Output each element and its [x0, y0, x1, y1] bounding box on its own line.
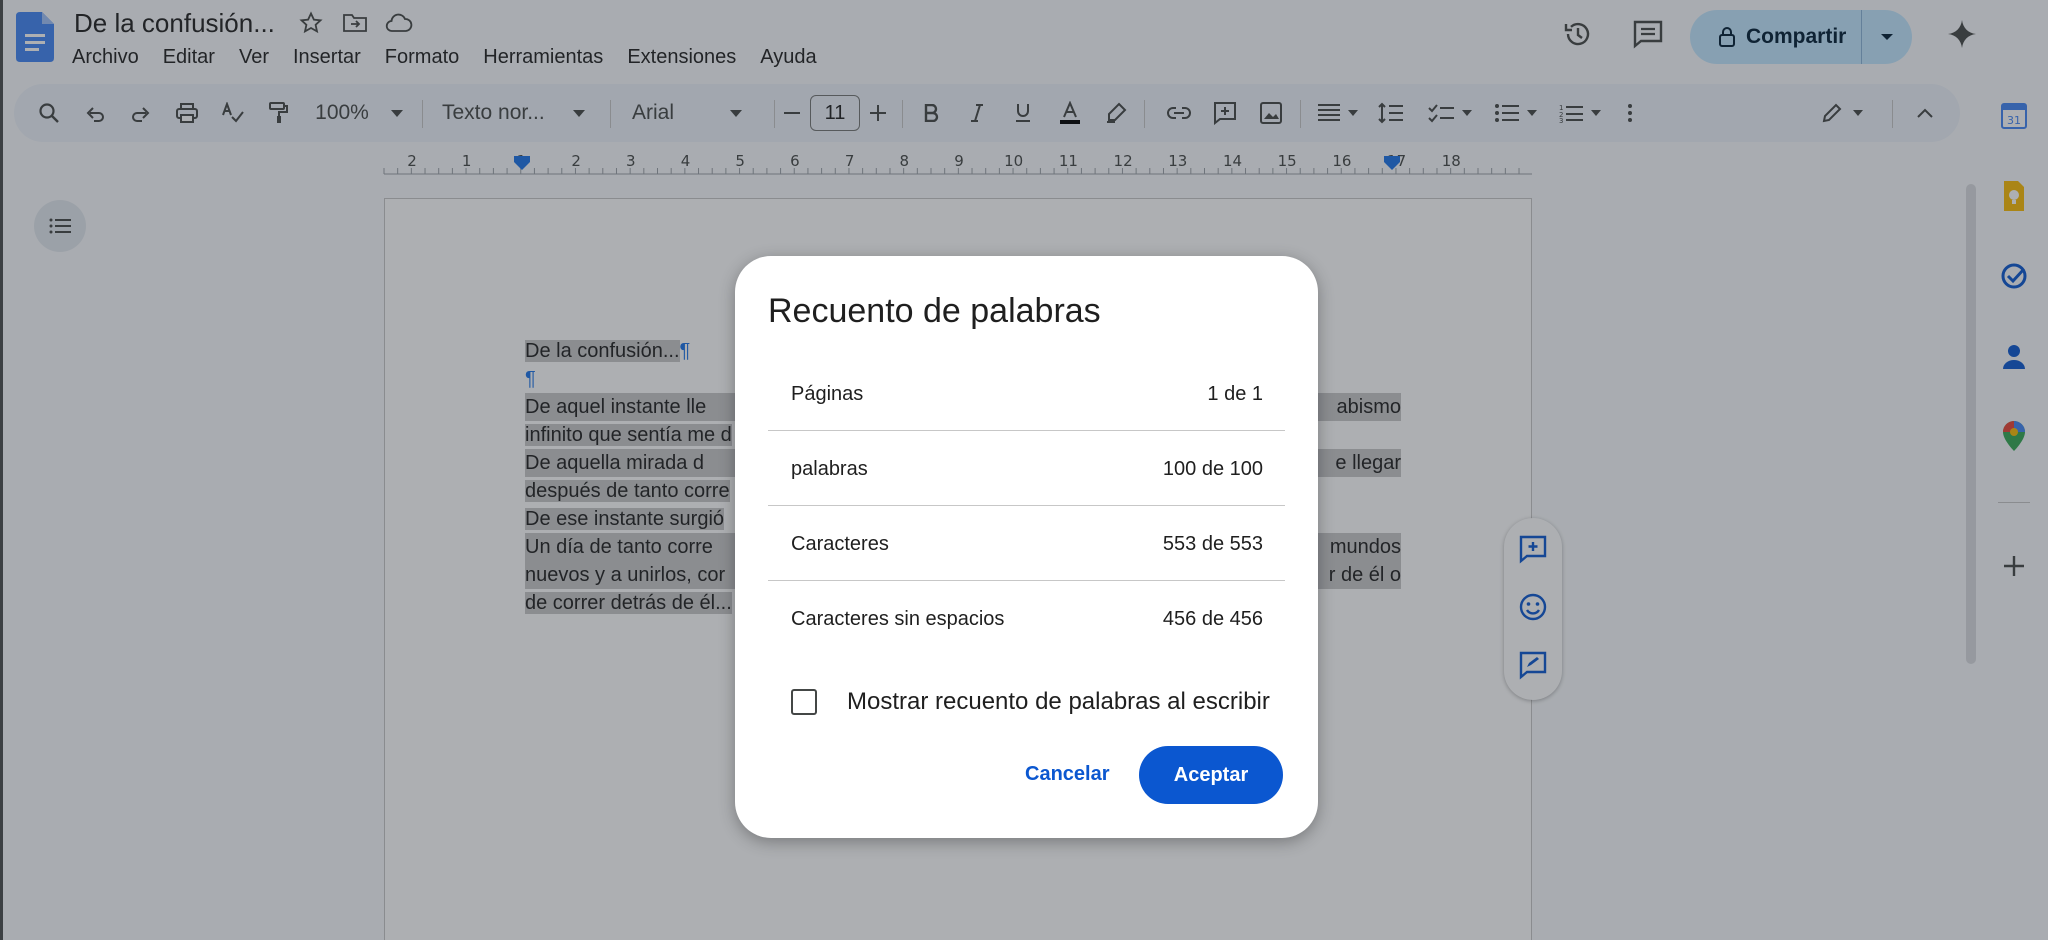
dialog-title: Recuento de palabras: [768, 292, 1101, 330]
stat-value: 100 de 100: [1162, 458, 1263, 480]
stat-value: 456 de 456: [1162, 608, 1263, 630]
show-word-count-checkbox[interactable]: [791, 689, 817, 715]
show-word-count-label[interactable]: Mostrar recuento de palabras al escribir: [847, 688, 1270, 716]
stat-label: Páginas: [791, 383, 864, 405]
stat-row-words: palabras 100 de 100: [768, 431, 1285, 506]
stat-label: Caracteres: [791, 533, 889, 555]
stat-label: Caracteres sin espacios: [791, 608, 1005, 630]
stat-value: 1 de 1: [1207, 383, 1263, 405]
window-edge: [0, 0, 3, 940]
stat-value: 553 de 553: [1162, 533, 1263, 555]
cancel-button[interactable]: Cancelar: [1009, 746, 1126, 802]
stat-row-characters-no-spaces: Caracteres sin espacios 456 de 456: [768, 581, 1285, 656]
show-word-count-option[interactable]: Mostrar recuento de palabras al escribir: [791, 688, 1270, 716]
stat-label: palabras: [791, 458, 868, 480]
stat-row-pages: Páginas 1 de 1: [768, 356, 1285, 431]
word-count-stats: Páginas 1 de 1 palabras 100 de 100 Carac…: [768, 356, 1285, 656]
word-count-dialog: Recuento de palabras Páginas 1 de 1 pala…: [735, 256, 1318, 838]
stat-row-characters: Caracteres 553 de 553: [768, 506, 1285, 581]
ok-button[interactable]: Aceptar: [1139, 746, 1283, 804]
